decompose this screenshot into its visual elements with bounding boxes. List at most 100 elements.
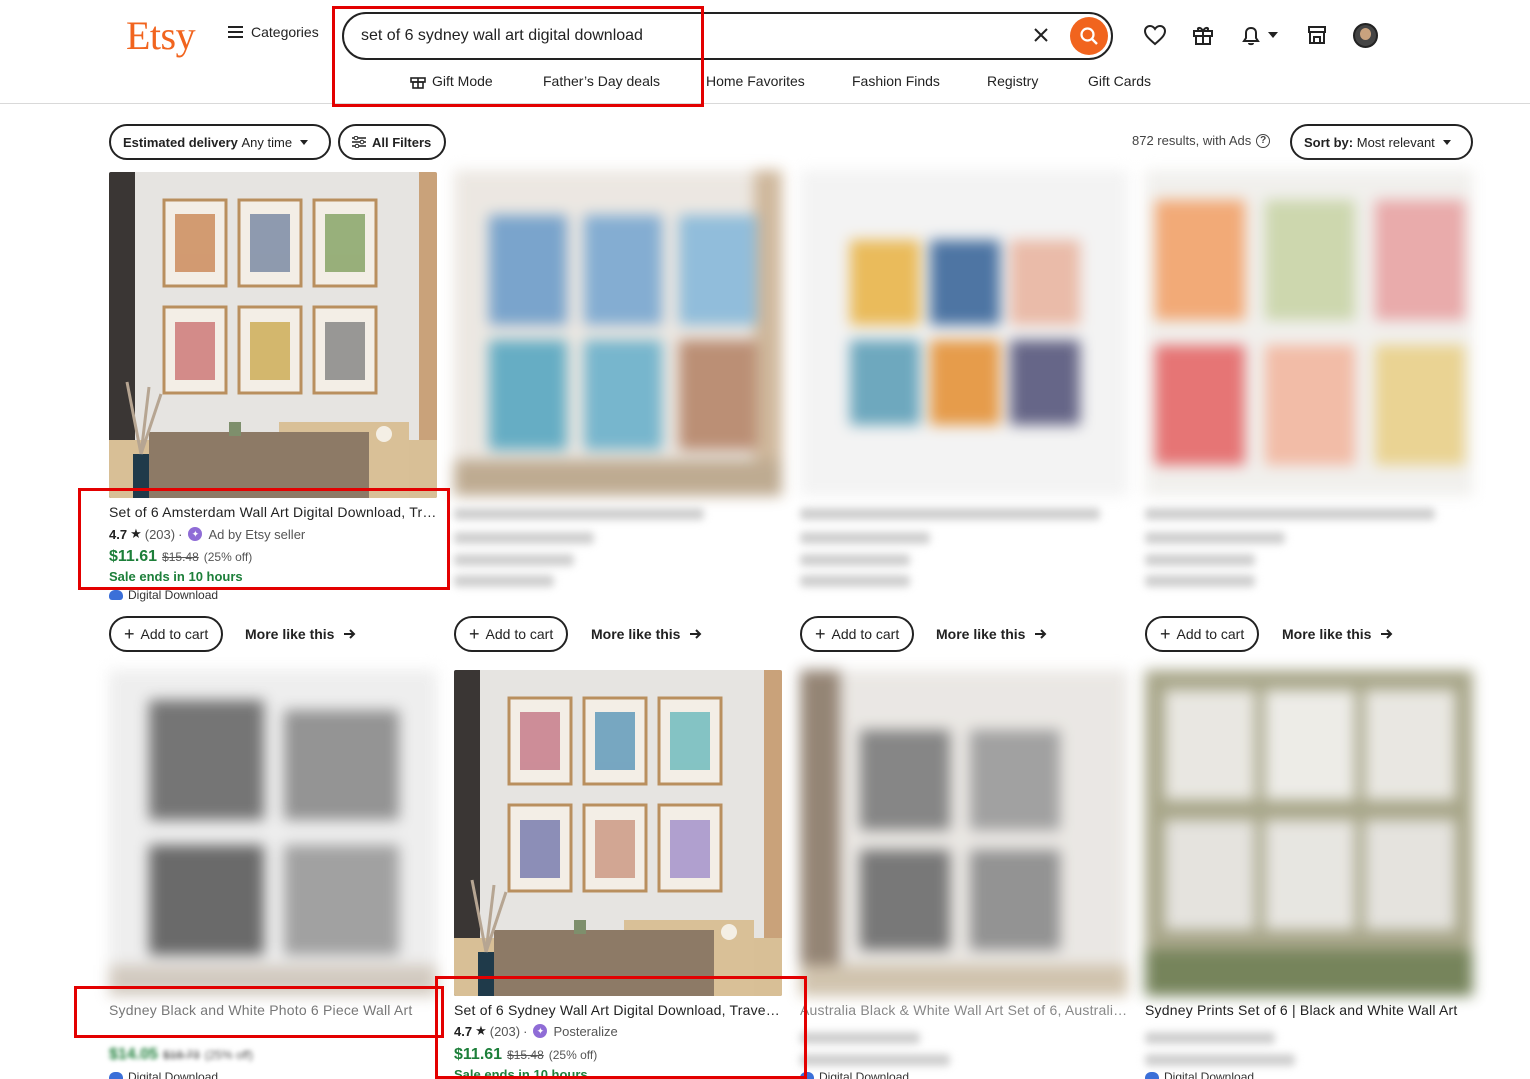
search-button[interactable] (1070, 17, 1108, 55)
original-price: $15.48 (507, 1048, 544, 1062)
help-icon[interactable]: ? (1256, 133, 1271, 148)
subnav-gift-cards[interactable]: Gift Cards (1088, 73, 1151, 89)
chevron-down-icon[interactable] (1266, 22, 1280, 48)
digital-download-tag: Digital Download (109, 588, 218, 602)
price: $11.61 (454, 1046, 503, 1063)
product-meta: 4.7 ★ (203) · ✦ Ad by Etsy seller (109, 526, 305, 542)
delivery-label: Estimated delivery (123, 134, 238, 150)
more-like-this-label: More like this (245, 626, 335, 642)
add-to-cart-label: Add to cart (140, 626, 209, 642)
discount: (25% off) (204, 1048, 254, 1062)
estimated-delivery-filter[interactable]: Estimated delivery Any time (109, 124, 331, 160)
search-bar (342, 12, 1113, 60)
digital-download-tag: Digital Download (109, 1070, 218, 1079)
digital-download-tag: Digital Download (800, 1070, 909, 1079)
subnav-fashion-finds[interactable]: Fashion Finds (852, 73, 940, 89)
rating-value: 4.7 (109, 526, 128, 542)
product-image[interactable] (1145, 170, 1473, 496)
discount: (25% off) (203, 550, 253, 564)
avatar[interactable] (1353, 23, 1378, 48)
gift-icon (410, 77, 426, 89)
add-to-cart-button[interactable]: + Add to cart (109, 616, 224, 652)
subnav-home-favorites[interactable]: Home Favorites (706, 73, 805, 89)
add-to-cart-button[interactable]: + Add to cart (1145, 616, 1260, 652)
discount: (25% off) (548, 1048, 598, 1062)
more-like-this-link[interactable]: More like this (1282, 626, 1393, 642)
star-icon: ★ (475, 1023, 487, 1038)
review-count: (203) (144, 526, 176, 542)
seller-name: Ad by Etsy seller (208, 526, 306, 542)
chevron-down-icon (1442, 139, 1451, 145)
digital-download-label: Digital Download (1164, 1070, 1255, 1079)
etsy-logo[interactable]: Etsy (126, 12, 196, 59)
product-image[interactable] (800, 670, 1128, 996)
subnav-registry[interactable]: Registry (987, 73, 1038, 89)
categories-label: Categories (251, 24, 319, 40)
results-text: 872 results, with Ads (1132, 133, 1252, 148)
subnav-gift-mode[interactable]: Gift Mode (410, 73, 493, 89)
sort-value: Most relevant (1356, 134, 1435, 150)
product-title[interactable]: Sydney Black and White Photo 6 Piece Wal… (109, 1002, 437, 1018)
separator: · (523, 1023, 528, 1039)
product-title[interactable]: Set of 6 Amsterdam Wall Art Digital Down… (109, 504, 437, 520)
plus-icon: + (815, 624, 826, 644)
price: $14.05 (109, 1046, 158, 1063)
filter-icon (352, 136, 366, 148)
close-icon[interactable] (1031, 26, 1051, 46)
gift-icon[interactable] (1190, 22, 1216, 48)
shop-icon[interactable] (1304, 22, 1330, 48)
subnav-gift-mode-label: Gift Mode (432, 73, 493, 89)
sort-dropdown[interactable]: Sort by: Most relevant (1290, 124, 1473, 160)
categories-menu[interactable]: Categories (228, 24, 319, 40)
bell-icon[interactable] (1238, 22, 1264, 48)
arrow-right-icon (690, 629, 702, 639)
product-image[interactable] (454, 170, 782, 496)
product-image[interactable] (109, 670, 437, 996)
heart-icon[interactable] (1142, 22, 1168, 48)
add-to-cart-button[interactable]: + Add to cart (800, 616, 915, 652)
search-input[interactable] (344, 27, 1004, 45)
digital-download-label: Digital Download (128, 1070, 219, 1079)
digital-download-tag: Digital Download (1145, 1070, 1254, 1079)
product-title[interactable]: Australia Black & White Wall Art Set of … (800, 1002, 1128, 1018)
all-filters-label: All Filters (372, 134, 432, 150)
sale-ends: Sale ends in 10 hours (454, 1067, 588, 1079)
sort-label: Sort by: (1304, 134, 1354, 150)
price-line: $11.61 $15.48 (25% off) (454, 1046, 597, 1064)
more-like-this-link[interactable]: More like this (591, 626, 702, 642)
chevron-down-icon (300, 139, 309, 145)
sale-ends: Sale ends in 10 hours (109, 569, 243, 584)
arrow-right-icon (344, 629, 356, 639)
cloud-download-icon (109, 1072, 123, 1079)
product-title[interactable]: Sydney Prints Set of 6 | Black and White… (1145, 1002, 1473, 1018)
cloud-download-icon (109, 590, 123, 600)
separator: · (178, 526, 183, 542)
arrow-right-icon (1381, 629, 1393, 639)
all-filters-button[interactable]: All Filters (338, 124, 446, 160)
cloud-download-icon (800, 1072, 814, 1079)
more-like-this-link[interactable]: More like this (245, 626, 356, 642)
product-image[interactable] (1145, 670, 1473, 996)
product-image[interactable] (800, 170, 1128, 496)
product-image[interactable] (454, 670, 782, 996)
original-price: $18.73 (162, 1048, 200, 1062)
product-image[interactable] (109, 172, 437, 498)
star-seller-badge-icon: ✦ (188, 527, 203, 541)
subnav-fathers-day[interactable]: Father’s Day deals (543, 73, 660, 89)
product-title[interactable]: Set of 6 Sydney Wall Art Digital Downloa… (454, 1002, 782, 1018)
search-icon (1080, 27, 1098, 45)
review-count: (203) (489, 1023, 521, 1039)
more-like-this-link[interactable]: More like this (936, 626, 1047, 642)
original-price: $15.48 (162, 550, 199, 564)
price-line: $14.05 $18.73 (25% off) (109, 1046, 253, 1064)
header-divider (0, 103, 1530, 104)
cloud-download-icon (1145, 1072, 1159, 1079)
rating-value: 4.7 (454, 1023, 473, 1039)
product-meta: 4.7 ★ (203) · ✦ Posteralize (454, 1023, 618, 1039)
delivery-value: Any time (241, 134, 293, 150)
add-to-cart-label: Add to cart (485, 626, 554, 642)
add-to-cart-button[interactable]: + Add to cart (454, 616, 569, 652)
more-like-this-label: More like this (591, 626, 681, 642)
subnav: Gift Mode Father’s Day deals Home Favori… (0, 73, 1530, 91)
seller-name: Posteralize (553, 1023, 618, 1039)
